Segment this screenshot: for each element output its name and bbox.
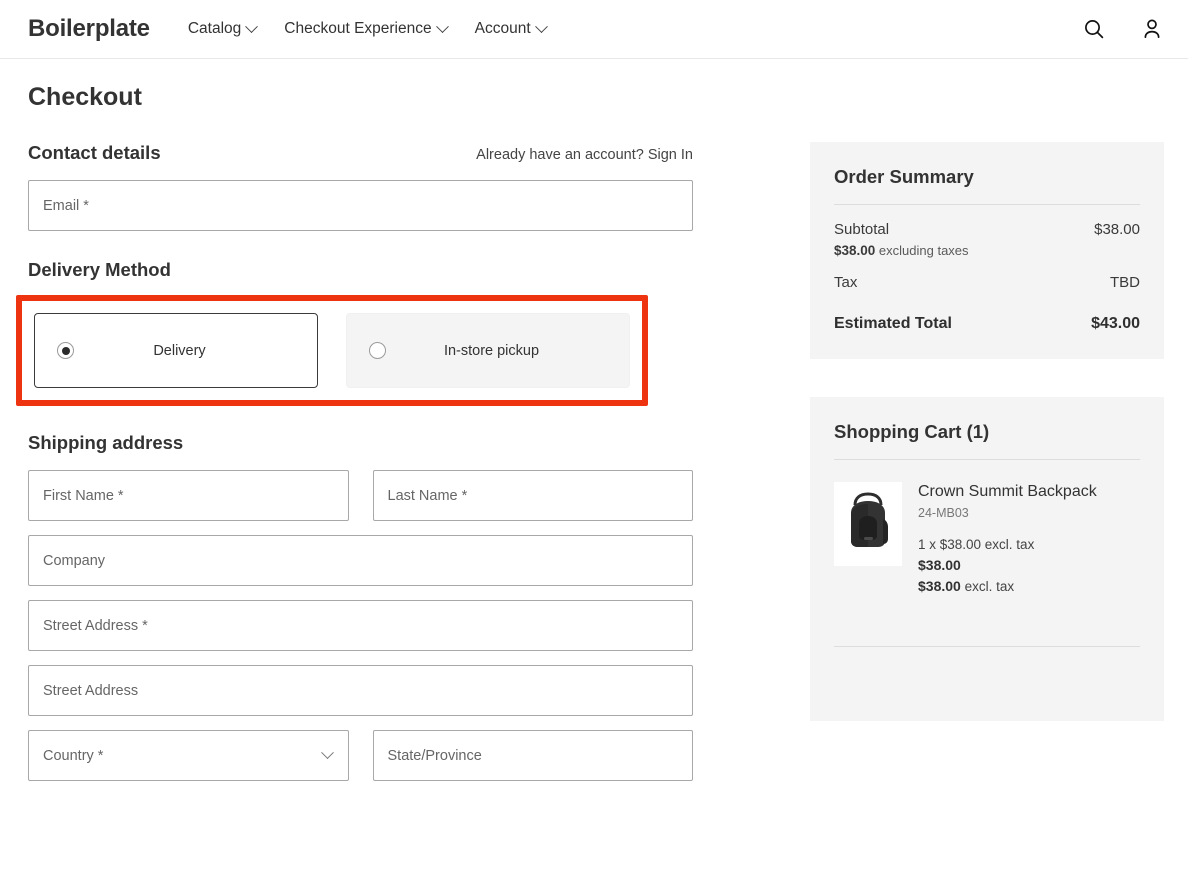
delivery-method-section: Delivery Method Delivery In-store pickup — [28, 259, 693, 406]
delivery-method-options: Delivery In-store pickup — [34, 313, 630, 388]
delivery-option-delivery-label: Delivery — [64, 343, 295, 359]
search-button[interactable] — [1082, 17, 1106, 41]
chevron-down-icon — [436, 20, 449, 33]
cart-item-price-excl-amount: $38.00 — [918, 578, 961, 594]
checkout-columns: Contact details Already have an account?… — [28, 142, 1164, 781]
cart-item-name[interactable]: Crown Summit Backpack — [918, 482, 1097, 502]
nav-item-catalog[interactable]: Catalog — [188, 20, 256, 38]
estimated-total-value: $43.00 — [1091, 315, 1140, 333]
cart-item-sku: 24-MB03 — [918, 506, 1097, 520]
country-state-row: Country * State/Province — [28, 730, 693, 781]
estimated-total-row: Estimated Total $43.00 — [834, 315, 1140, 333]
site-logo[interactable]: Boilerplate — [28, 15, 150, 43]
shipping-address-title: Shipping address — [28, 432, 693, 454]
email-field[interactable]: Email * — [28, 180, 693, 231]
chevron-down-icon — [321, 746, 334, 759]
chevron-down-icon — [245, 20, 258, 33]
street-address-2-field[interactable]: Street Address — [28, 665, 693, 716]
contact-details-section: Contact details Already have an account?… — [28, 142, 693, 231]
excluding-taxes-note: $38.00 excluding taxes — [834, 243, 1140, 258]
cart-item: Crown Summit Backpack 24-MB03 1 x $38.00… — [834, 482, 1140, 594]
main-navigation: Catalog Checkout Experience Account — [188, 20, 546, 38]
nav-item-checkout-experience[interactable]: Checkout Experience — [284, 20, 446, 38]
chevron-down-icon — [535, 20, 548, 33]
header-actions — [1082, 17, 1164, 41]
user-account-icon — [1140, 17, 1164, 41]
excluding-taxes-amount: $38.00 — [834, 243, 875, 258]
first-name-field[interactable]: First Name * — [28, 470, 349, 521]
product-thumbnail[interactable] — [834, 482, 902, 566]
backpack-icon — [837, 489, 899, 559]
excluding-taxes-label: excluding taxes — [879, 243, 969, 258]
country-select-value: Country * — [43, 748, 103, 764]
search-icon — [1082, 17, 1106, 41]
shopping-cart-panel: Shopping Cart (1) — [810, 397, 1164, 721]
sign-in-link[interactable]: Already have an account? Sign In — [476, 147, 693, 163]
page-content: Checkout Contact details Already have an… — [0, 83, 1188, 781]
delivery-option-instore-pickup[interactable]: In-store pickup — [346, 313, 630, 388]
state-province-field[interactable]: State/Province — [373, 730, 694, 781]
order-summary-divider — [834, 204, 1140, 205]
cart-item-price-excl-label: excl. tax — [965, 579, 1015, 594]
delivery-option-instore-pickup-label: In-store pickup — [376, 343, 607, 359]
nav-label-catalog: Catalog — [188, 20, 241, 38]
nav-label-account: Account — [475, 20, 531, 38]
account-button[interactable] — [1140, 17, 1164, 41]
delivery-method-highlight-box: Delivery In-store pickup — [16, 295, 648, 406]
nav-item-account[interactable]: Account — [475, 20, 546, 38]
subtotal-value: $38.00 — [1094, 221, 1140, 238]
checkout-form-column: Contact details Already have an account?… — [28, 142, 693, 781]
name-row: First Name * Last Name * — [28, 470, 693, 521]
tax-value: TBD — [1110, 274, 1140, 291]
nav-label-checkout-experience: Checkout Experience — [284, 20, 431, 38]
contact-details-title: Contact details — [28, 142, 161, 164]
company-field[interactable]: Company — [28, 535, 693, 586]
contact-details-header: Contact details Already have an account?… — [28, 142, 693, 164]
cart-item-price: $38.00 — [918, 557, 1097, 573]
cart-panel-tail — [834, 647, 1140, 695]
cart-item-details: Crown Summit Backpack 24-MB03 1 x $38.00… — [918, 482, 1097, 594]
shipping-address-section: Shipping address First Name * Last Name … — [28, 432, 693, 781]
shopping-cart-divider — [834, 459, 1140, 460]
subtotal-label: Subtotal — [834, 221, 889, 238]
cart-item-price-excl-tax: $38.00 excl. tax — [918, 578, 1097, 594]
cart-item-quantity-line: 1 x $38.00 excl. tax — [918, 537, 1097, 552]
checkout-page: Boilerplate Catalog Checkout Experience … — [0, 0, 1188, 888]
country-select[interactable]: Country * — [28, 730, 349, 781]
last-name-field[interactable]: Last Name * — [373, 470, 694, 521]
page-title: Checkout — [28, 83, 1164, 112]
tax-label: Tax — [834, 274, 857, 291]
estimated-total-label: Estimated Total — [834, 315, 952, 333]
shopping-cart-title: Shopping Cart (1) — [834, 421, 1140, 443]
panel-spacer — [810, 359, 1164, 397]
delivery-option-delivery[interactable]: Delivery — [34, 313, 318, 388]
delivery-method-title: Delivery Method — [28, 259, 693, 281]
order-sidebar-column: Order Summary Subtotal $38.00 $38.00 exc… — [810, 142, 1164, 721]
order-summary-title: Order Summary — [834, 166, 1140, 188]
tax-row: Tax TBD — [834, 274, 1140, 291]
street-address-1-field[interactable]: Street Address * — [28, 600, 693, 651]
order-summary-panel: Order Summary Subtotal $38.00 $38.00 exc… — [810, 142, 1164, 359]
subtotal-row: Subtotal $38.00 — [834, 221, 1140, 238]
site-header: Boilerplate Catalog Checkout Experience … — [0, 0, 1188, 59]
